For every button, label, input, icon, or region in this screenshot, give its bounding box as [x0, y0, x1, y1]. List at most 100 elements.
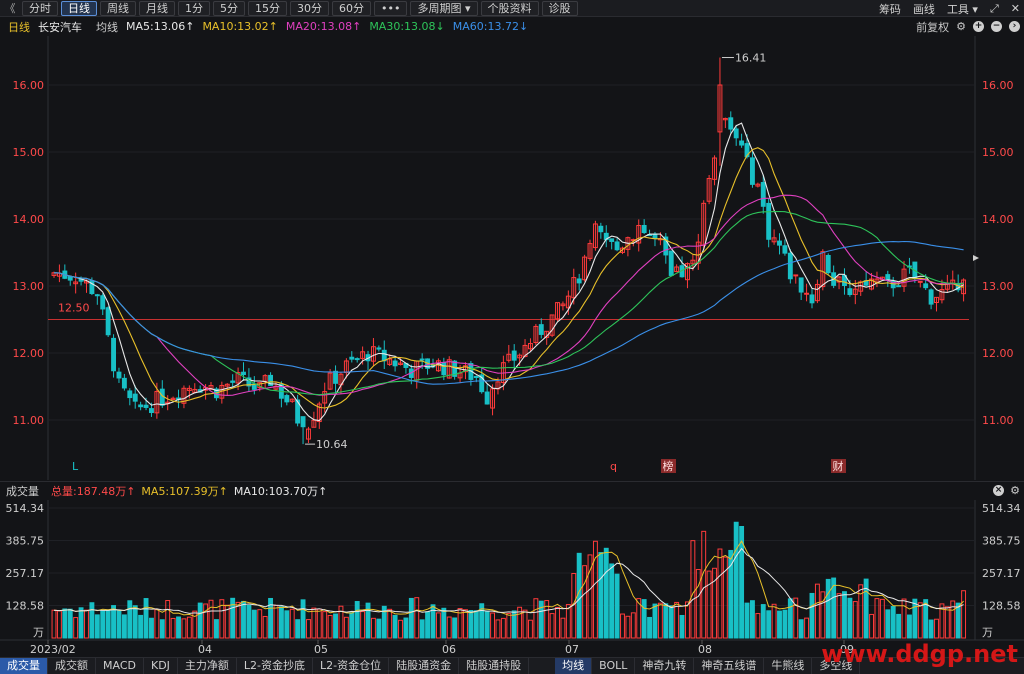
- candle-body: [809, 294, 815, 304]
- candle-body: [733, 128, 739, 139]
- high-price-label: 16.41: [735, 52, 767, 65]
- date-label: 05: [314, 643, 328, 656]
- volume-bar: [403, 617, 409, 639]
- volume-bar: [251, 609, 257, 639]
- candle-body: [917, 280, 923, 283]
- kline-chart[interactable]: 16.00 16.00 15.00 15.00 14.00 14.00 13.00 13.00…: [0, 0, 1024, 674]
- candle-body: [241, 371, 246, 376]
- candle-body: [782, 245, 788, 254]
- candle-body: [473, 375, 479, 378]
- price-tick-left: 15.00: [13, 146, 45, 159]
- panel-settings-icon[interactable]: ⚙: [1010, 484, 1020, 497]
- volume-bar: [934, 618, 939, 639]
- volume-tick-left: 万: [33, 626, 44, 639]
- candle-body: [149, 408, 154, 413]
- candle-body: [381, 349, 387, 362]
- indicator-tab-6[interactable]: L2-资金仓位: [313, 657, 390, 674]
- volume-bar: [500, 617, 506, 639]
- date-label: 2023/02: [30, 643, 76, 656]
- volume-bar: [749, 600, 755, 639]
- candle-body: [284, 395, 290, 403]
- volume-bar: [213, 619, 219, 639]
- candle-body: [230, 380, 236, 383]
- volume-bar: [484, 610, 490, 639]
- volume-bar: [555, 606, 560, 639]
- candle-body: [111, 337, 117, 372]
- candle-body: [132, 393, 138, 402]
- volume-bar: [630, 612, 636, 639]
- candle-body: [511, 350, 517, 361]
- low-price-label: 10.64: [316, 438, 348, 451]
- indicator-tab-7[interactable]: 陆股通资金: [389, 657, 460, 674]
- volume-ma5: MA5:107.39万↑: [141, 484, 228, 498]
- volume-bar: [614, 573, 620, 639]
- indicator-tab-8[interactable]: 陆股通持股: [459, 657, 530, 674]
- indicator-tab-3[interactable]: KDJ: [144, 657, 178, 674]
- volume-bar: [869, 613, 874, 639]
- candle-body: [116, 371, 122, 379]
- candle-body: [441, 362, 447, 376]
- candle-body: [787, 252, 793, 280]
- price-tick-right: 16.00: [982, 79, 1014, 92]
- date-label: 08: [698, 643, 712, 656]
- volume-bar: [197, 602, 203, 639]
- volume-bar: [755, 613, 761, 639]
- candle-body: [777, 240, 782, 246]
- volume-bar: [490, 612, 495, 639]
- indicator-tab-5[interactable]: L2-资金抄底: [237, 657, 314, 674]
- volume-bar: [289, 608, 295, 639]
- close-panel-icon[interactable]: ×: [993, 485, 1004, 496]
- candle-body: [392, 360, 398, 367]
- volume-bar: [300, 599, 306, 639]
- volume-bar: [419, 619, 425, 639]
- volume-bar: [690, 540, 696, 639]
- volume-bar: [435, 612, 441, 639]
- indicator-tab-11[interactable]: 神奇九转: [635, 657, 695, 674]
- indicator-tab-9[interactable]: 均线: [555, 657, 593, 674]
- volume-bar: [836, 593, 842, 639]
- volume-bar: [84, 609, 89, 639]
- volume-bar: [143, 598, 149, 639]
- volume-bar: [565, 604, 571, 639]
- volume-bar: [842, 591, 847, 639]
- volume-bar: [528, 619, 533, 639]
- volume-bar: [316, 608, 322, 639]
- volume-bar: [165, 600, 171, 639]
- volume-bar: [560, 617, 566, 639]
- volume-bar: [473, 610, 479, 639]
- volume-bar: [116, 609, 122, 639]
- price-tick-left: 12.00: [13, 347, 45, 360]
- price-tick-right: 14.00: [982, 213, 1014, 226]
- date-label: 04: [198, 643, 212, 656]
- candle-body: [121, 377, 127, 389]
- volume-bar: [814, 583, 820, 639]
- candle-body: [333, 370, 338, 384]
- candle-body: [349, 356, 355, 360]
- volume-bar: [495, 619, 501, 639]
- volume-bar: [408, 597, 414, 639]
- price-tick-right: 11.00: [982, 414, 1014, 427]
- candle-body: [923, 283, 929, 289]
- indicator-tab-1[interactable]: 成交额: [48, 657, 96, 674]
- candle-body: [598, 225, 604, 233]
- price-tick-left: 13.00: [13, 280, 45, 293]
- indicator-tab-10[interactable]: BOLL: [592, 657, 636, 674]
- indicator-tab-12[interactable]: 神奇五线谱: [694, 657, 765, 674]
- ma20-line: [53, 194, 964, 396]
- indicator-tab-0[interactable]: 成交量: [0, 657, 48, 674]
- indicator-tab-13[interactable]: 牛熊线: [764, 657, 813, 674]
- volume-bar: [890, 605, 896, 639]
- candle-body: [127, 390, 133, 399]
- volume-bar: [132, 605, 138, 639]
- volume-bar: [825, 578, 831, 639]
- volume-bar: [67, 608, 73, 639]
- volume-tick-left: 257.17: [6, 567, 45, 580]
- indicator-tab-4[interactable]: 主力净额: [178, 657, 237, 674]
- volume-bar: [176, 616, 181, 639]
- volume-bar: [896, 613, 902, 639]
- volume-bar: [370, 617, 376, 639]
- volume-tick-left: 128.58: [6, 600, 45, 613]
- indicator-tab-2[interactable]: MACD: [96, 657, 144, 674]
- candle-body: [614, 241, 620, 251]
- volume-total: 总量:187.48万↑: [51, 484, 136, 498]
